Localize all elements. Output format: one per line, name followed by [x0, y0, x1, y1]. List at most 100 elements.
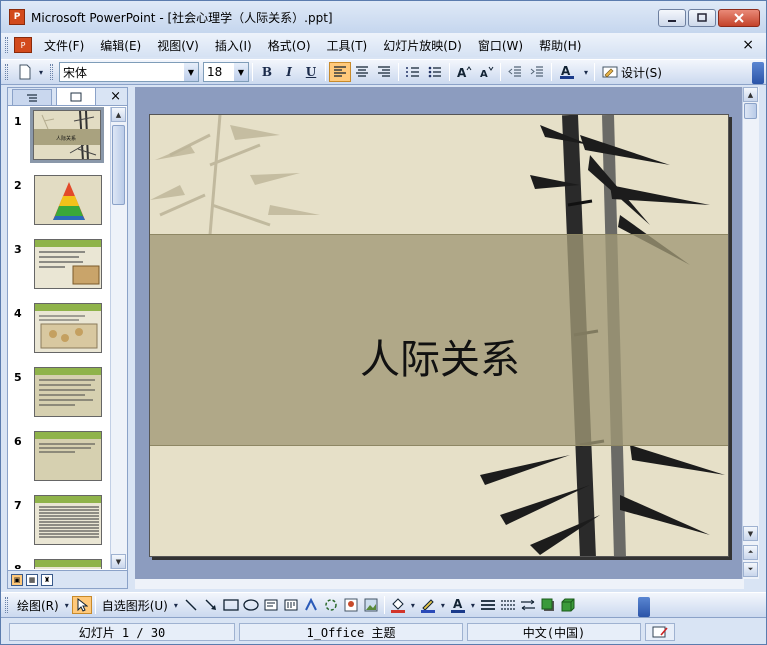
- minimize-button[interactable]: [658, 9, 686, 27]
- chevron-down-icon[interactable]: ▼: [234, 63, 248, 81]
- normal-view-icon[interactable]: ▣: [11, 573, 23, 586]
- slide-scroll-handle[interactable]: [744, 103, 757, 119]
- slide-thumbnail-4[interactable]: 4: [8, 299, 114, 363]
- font-color-button[interactable]: A: [555, 62, 581, 82]
- document-icon[interactable]: P: [14, 37, 32, 53]
- chevron-down-icon[interactable]: ▾: [408, 596, 418, 614]
- toolbar-grip-handle-2[interactable]: [50, 64, 53, 80]
- oval-tool-button[interactable]: [241, 596, 261, 614]
- bullets-button[interactable]: [424, 62, 446, 82]
- chevron-down-icon[interactable]: ▾: [438, 596, 448, 614]
- slide-thumbnail-image[interactable]: [34, 367, 102, 417]
- chevron-down-icon[interactable]: ▾: [581, 62, 591, 82]
- fill-color-button[interactable]: [388, 596, 408, 614]
- slide-thumbnail-image[interactable]: [34, 239, 102, 289]
- drawing-toolbar-grip[interactable]: [5, 597, 8, 613]
- draw-menu-button[interactable]: 绘图(R): [14, 597, 62, 614]
- slide-thumbnail-image[interactable]: [34, 431, 102, 481]
- slide-thumbnail-6[interactable]: 6: [8, 427, 114, 491]
- slide-thumbnail-5[interactable]: 5: [8, 363, 114, 427]
- previous-slide-icon[interactable]: ⏶: [743, 545, 758, 560]
- rectangle-tool-button[interactable]: [221, 596, 241, 614]
- align-right-button[interactable]: [373, 62, 395, 82]
- slide-thumbnail-1[interactable]: 1 人际关系: [8, 107, 114, 171]
- scroll-up-icon[interactable]: ▲: [111, 107, 126, 122]
- powerpoint-app-icon[interactable]: P: [9, 9, 25, 25]
- slide-thumbnail-3[interactable]: 3: [8, 235, 114, 299]
- textbox-tool-button[interactable]: [261, 596, 281, 614]
- menu-insert[interactable]: 插入(I): [207, 35, 260, 56]
- bold-button[interactable]: B: [256, 62, 278, 82]
- dash-style-button[interactable]: [498, 596, 518, 614]
- chevron-down-icon[interactable]: ▾: [171, 596, 181, 614]
- increase-indent-button[interactable]: [526, 62, 548, 82]
- insert-picture-button[interactable]: [361, 596, 381, 614]
- numbering-button[interactable]: [402, 62, 424, 82]
- chevron-down-icon[interactable]: ▾: [468, 596, 478, 614]
- pane-close-button[interactable]: ×: [110, 89, 121, 104]
- menu-edit[interactable]: 编辑(E): [92, 35, 149, 56]
- chevron-down-icon[interactable]: ▾: [62, 596, 72, 614]
- restore-button[interactable]: [688, 9, 716, 27]
- scroll-down-icon[interactable]: ▼: [743, 526, 758, 541]
- thumbnail-scroll-handle[interactable]: [112, 125, 125, 205]
- toolbar-overflow-button[interactable]: [752, 62, 764, 84]
- align-center-button[interactable]: [351, 62, 373, 82]
- slide-thumbnail-image[interactable]: [34, 495, 102, 545]
- tab-slides[interactable]: [56, 87, 96, 105]
- tab-outline[interactable]: [12, 89, 52, 105]
- slide-title[interactable]: 人际关系: [150, 327, 728, 385]
- underline-button[interactable]: U: [300, 62, 322, 82]
- slide-thumbnail-7[interactable]: 7: [8, 491, 114, 555]
- slide-thumbnail-image[interactable]: 人际关系: [30, 107, 104, 163]
- decrease-indent-button[interactable]: [504, 62, 526, 82]
- document-close-button[interactable]: ×: [742, 37, 754, 53]
- clipart-button[interactable]: [341, 596, 361, 614]
- menu-format[interactable]: 格式(O): [260, 35, 319, 56]
- font-name-combobox[interactable]: 宋体 ▼: [59, 62, 199, 82]
- scroll-down-icon[interactable]: ▼: [111, 554, 126, 569]
- wordart-button[interactable]: [301, 596, 321, 614]
- close-window-button[interactable]: [718, 9, 760, 27]
- chevron-down-icon[interactable]: ▼: [184, 63, 198, 81]
- slide-thumbnail-image[interactable]: [34, 559, 102, 569]
- slide-sorter-view-icon[interactable]: ▦: [26, 573, 38, 586]
- spelling-status-icon[interactable]: [645, 623, 675, 641]
- slide-scrollbar[interactable]: ▲ ▼ ⏶ ⏷: [742, 87, 759, 579]
- slide-thumbnail-image[interactable]: [34, 175, 102, 225]
- current-slide[interactable]: 人际关系: [149, 114, 729, 557]
- line-style-button[interactable]: [478, 596, 498, 614]
- slide-thumbnail-2[interactable]: 2: [8, 171, 114, 235]
- menu-view[interactable]: 视图(V): [149, 35, 207, 56]
- arrow-tool-button[interactable]: [201, 596, 221, 614]
- next-slide-icon[interactable]: ⏷: [743, 562, 758, 577]
- line-tool-button[interactable]: [181, 596, 201, 614]
- shadow-style-button[interactable]: [538, 596, 558, 614]
- toolbar-options-chevron-icon[interactable]: ▾: [36, 62, 46, 82]
- menu-grip-handle[interactable]: [5, 37, 8, 53]
- line-color-button[interactable]: [418, 596, 438, 614]
- toolbar-grip-handle[interactable]: [5, 64, 8, 80]
- design-button[interactable]: 设计(S): [598, 64, 666, 81]
- menu-help[interactable]: 帮助(H): [531, 35, 589, 56]
- drawing-font-color-button[interactable]: A: [448, 596, 468, 614]
- increase-font-size-button[interactable]: A: [453, 62, 475, 82]
- italic-button[interactable]: I: [278, 62, 300, 82]
- diagram-button[interactable]: [321, 596, 341, 614]
- vertical-textbox-tool-button[interactable]: [281, 596, 301, 614]
- thumbnail-scrollbar[interactable]: ▲ ▼: [110, 107, 127, 569]
- font-size-combobox[interactable]: 18 ▼: [203, 62, 249, 82]
- scroll-up-icon[interactable]: ▲: [743, 87, 758, 102]
- select-objects-button[interactable]: [71, 596, 92, 614]
- arrow-style-button[interactable]: [518, 596, 538, 614]
- slide-thumbnail-8[interactable]: 8: [8, 555, 114, 569]
- 3d-style-button[interactable]: [558, 596, 578, 614]
- slide-thumbnail-image[interactable]: [34, 303, 102, 353]
- menu-window[interactable]: 窗口(W): [470, 35, 531, 56]
- new-slide-button[interactable]: [14, 62, 36, 82]
- align-left-button[interactable]: [329, 62, 351, 82]
- autoshapes-menu-button[interactable]: 自选图形(U): [99, 597, 171, 614]
- decrease-font-size-button[interactable]: A: [475, 62, 497, 82]
- menu-tools[interactable]: 工具(T): [319, 35, 376, 56]
- language-status[interactable]: 中文(中国): [467, 623, 641, 641]
